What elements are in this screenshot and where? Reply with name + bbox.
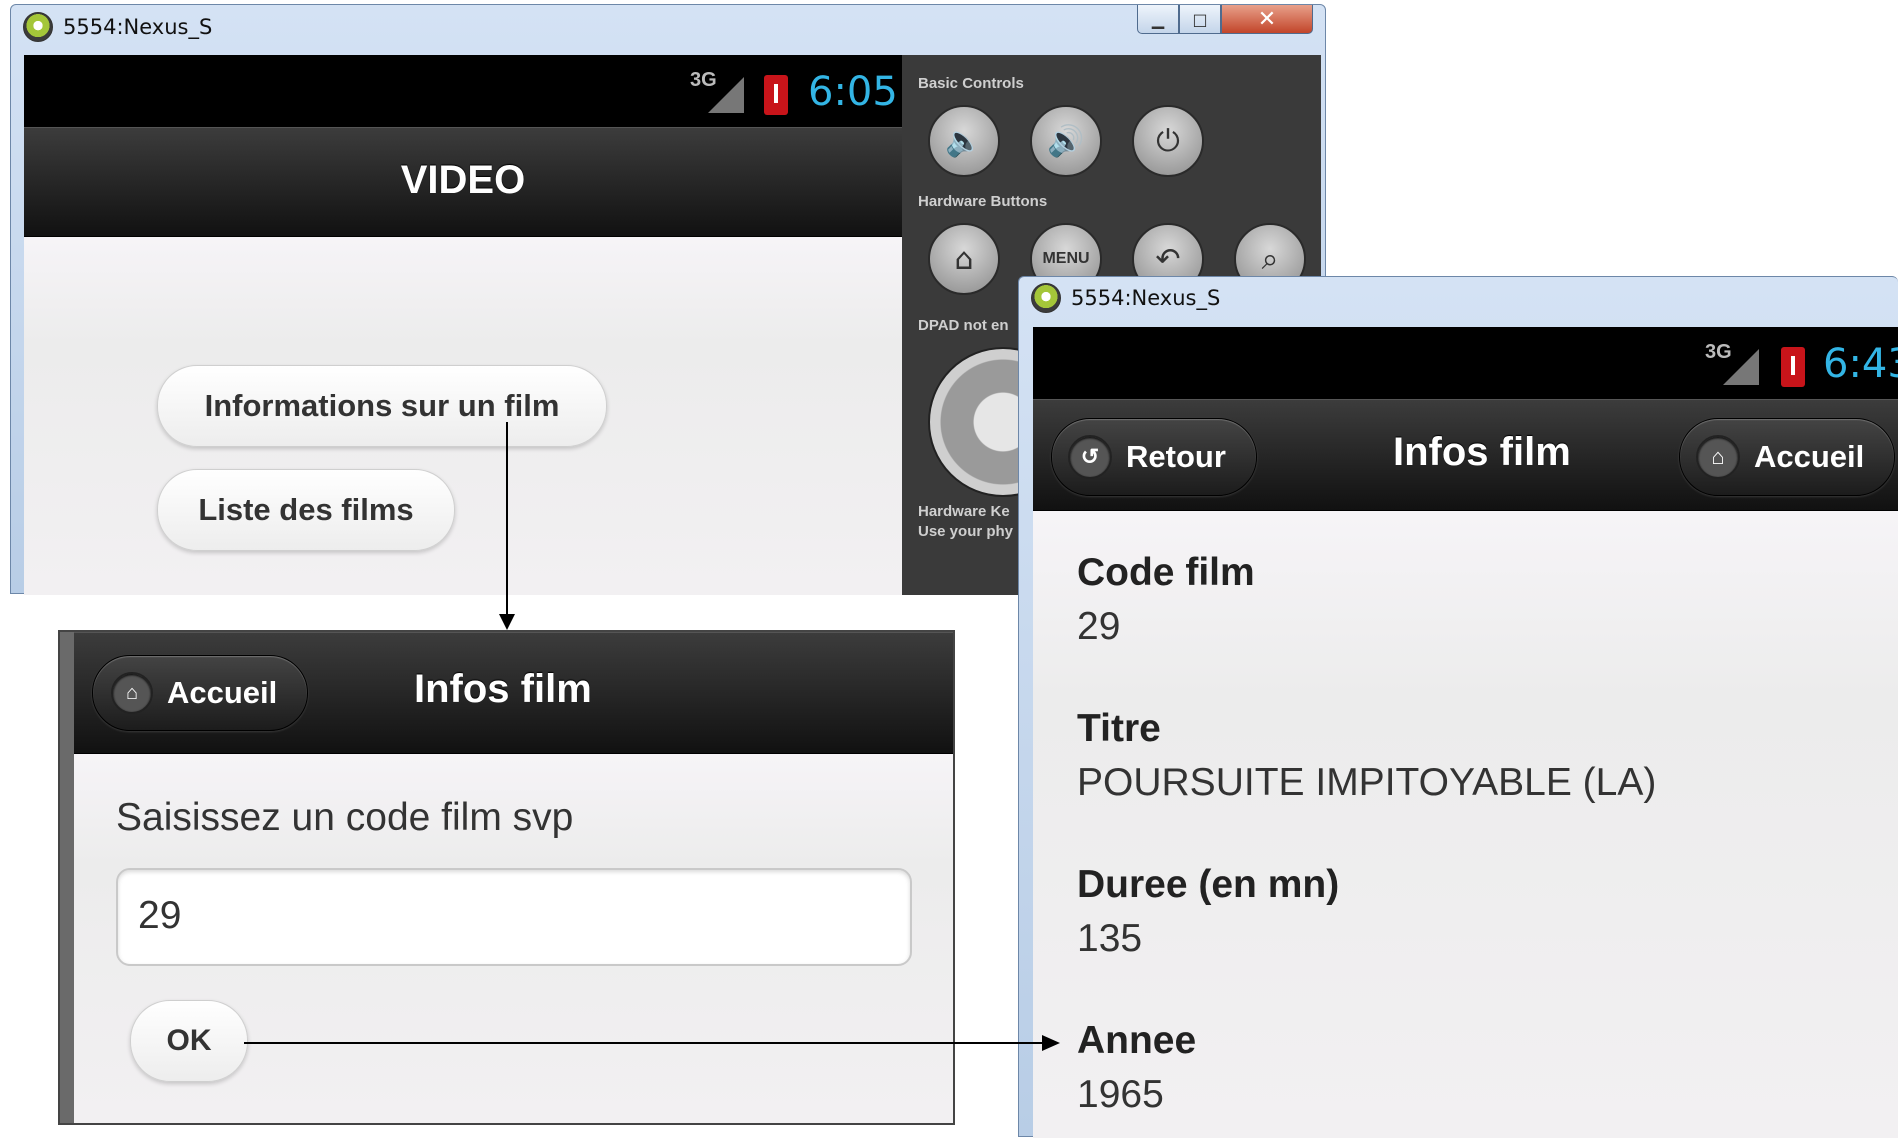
basic-controls-label: Basic Controls xyxy=(918,75,1024,92)
signal-icon xyxy=(708,77,744,113)
volume-down-icon[interactable]: 🔈 xyxy=(928,105,1000,177)
code-prompt: Saisissez un code film svp xyxy=(116,796,574,839)
code-film-value: 29 xyxy=(1077,605,1121,648)
home-button[interactable]: ⌂ Accueil xyxy=(1679,418,1896,496)
home-button-label: Accueil xyxy=(167,675,278,710)
film-list-button[interactable]: Liste des films xyxy=(157,469,455,551)
retour-button-label: Retour xyxy=(1126,439,1226,474)
search-content: Saisissez un code film svp 29 OK xyxy=(74,754,953,1123)
volume-up-icon[interactable]: 🔊 xyxy=(1030,105,1102,177)
titre-label: Titre xyxy=(1077,707,1161,750)
detail-header: ↺ Retour Infos film ⌂ Accueil xyxy=(1033,399,1898,511)
close-button[interactable]: ✕ xyxy=(1221,5,1313,34)
status-bar: 3G 6:43 xyxy=(1033,327,1898,399)
film-info-label: Informations sur un film xyxy=(204,388,560,423)
home-button-label: Accueil xyxy=(1754,439,1865,474)
ok-button[interactable]: OK xyxy=(130,1000,248,1082)
window-title-bar[interactable]: 5554:Nexus_S xyxy=(1019,277,1898,319)
android-icon xyxy=(1031,283,1061,313)
android-icon xyxy=(23,12,53,42)
annee-value: 1965 xyxy=(1077,1073,1164,1116)
maximize-button[interactable]: □ xyxy=(1179,5,1221,34)
duree-value: 135 xyxy=(1077,917,1143,960)
film-list-label: Liste des films xyxy=(198,492,414,527)
battery-icon xyxy=(764,75,788,115)
retour-button[interactable]: ↺ Retour xyxy=(1051,418,1257,496)
status-time: 6:05 xyxy=(808,69,898,115)
code-input-value: 29 xyxy=(138,894,182,937)
minimize-button[interactable]: ▁ xyxy=(1137,5,1179,34)
dpad-label: DPAD not en xyxy=(918,317,1009,334)
window-title: 5554:Nexus_S xyxy=(63,15,213,39)
retour-icon: ↺ xyxy=(1068,435,1112,479)
hardware-buttons-label: Hardware Buttons xyxy=(918,193,1048,210)
detail-title: Infos film xyxy=(1393,430,1571,474)
app-content: Informations sur un film Liste des films xyxy=(24,237,902,595)
search-screen: ⌂ Accueil Infos film Saisissez un code f… xyxy=(58,630,955,1125)
emulator-window-detail: 5554:Nexus_S 3G 6:43 ↺ Retour Infos film… xyxy=(1018,276,1898,1138)
home-icon: ⌂ xyxy=(111,672,153,714)
window-title-bar[interactable]: 5554:Nexus_S xyxy=(11,5,1325,49)
film-info-button[interactable]: Informations sur un film xyxy=(157,365,607,447)
search-header: ⌂ Accueil Infos film xyxy=(74,632,953,754)
home-icon: ⌂ xyxy=(1696,435,1740,479)
home-icon[interactable]: ⌂ xyxy=(928,223,1000,295)
arrow-connector-down xyxy=(506,422,508,618)
titre-value: POURSUITE IMPITOYABLE (LA) xyxy=(1077,761,1657,804)
arrow-head-right xyxy=(1042,1035,1060,1051)
status-time: 6:43 xyxy=(1823,341,1898,387)
duree-label: Duree (en mn) xyxy=(1077,863,1340,906)
detail-content: Code film 29 Titre POURSUITE IMPITOYABLE… xyxy=(1033,511,1898,1138)
signal-icon xyxy=(1723,349,1759,385)
home-button[interactable]: ⌂ Accueil xyxy=(92,655,309,731)
arrow-head-down xyxy=(499,614,515,630)
window-title: 5554:Nexus_S xyxy=(1071,286,1221,310)
hardware-keys-hint: Use your phy xyxy=(918,523,1014,540)
arrow-connector-right xyxy=(244,1042,1044,1044)
hardware-keys-label: Hardware Ke xyxy=(918,503,1010,520)
annee-label: Annee xyxy=(1077,1019,1197,1062)
app-header: VIDEO xyxy=(24,127,902,237)
search-title: Infos film xyxy=(414,667,592,711)
power-icon[interactable]: ⏻ xyxy=(1132,105,1204,177)
code-film-label: Code film xyxy=(1077,551,1255,594)
window-controls: ▁ □ ✕ xyxy=(1137,5,1313,35)
ok-button-label: OK xyxy=(166,1024,212,1057)
battery-icon xyxy=(1781,347,1805,387)
status-bar: 3G 6:05 xyxy=(24,55,902,127)
page-title: VIDEO xyxy=(400,158,526,202)
code-input[interactable]: 29 xyxy=(116,868,912,966)
menu-label: MENU xyxy=(1042,250,1090,267)
